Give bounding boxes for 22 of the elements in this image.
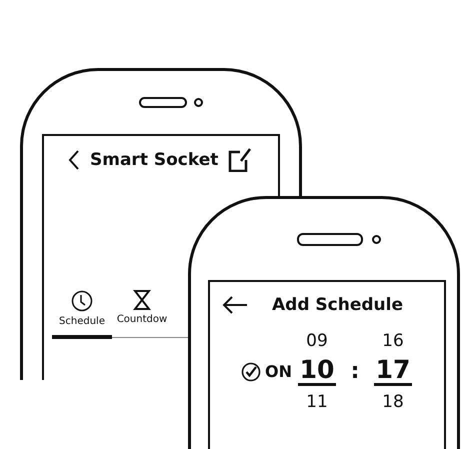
screen-title: Add Schedule <box>272 295 403 315</box>
clock-icon <box>71 290 93 312</box>
hourglass-icon <box>133 290 151 310</box>
checkmark-circle-icon[interactable] <box>241 362 261 382</box>
hour-value[interactable]: 10 <box>298 357 336 386</box>
back-icon[interactable] <box>222 296 248 314</box>
camera-icon <box>372 235 381 244</box>
screen-title: Smart Socket <box>90 150 218 170</box>
tab[interactable]: Schedule <box>52 290 112 339</box>
hour-option[interactable]: 11 <box>306 392 328 412</box>
camera-icon <box>194 98 203 107</box>
speaker-icon <box>139 97 187 108</box>
tab[interactable]: Countdow <box>112 290 172 339</box>
time-separator: : <box>350 359 360 384</box>
speaker-icon <box>297 233 363 246</box>
edit-icon[interactable] <box>228 148 252 172</box>
minute-option[interactable]: 18 <box>382 392 404 412</box>
back-icon[interactable] <box>68 150 80 170</box>
hour-option[interactable]: 09 <box>306 331 328 351</box>
minute-value[interactable]: 17 <box>374 357 412 386</box>
on-label: ON <box>265 362 292 382</box>
minute-option[interactable]: 16 <box>382 331 404 351</box>
